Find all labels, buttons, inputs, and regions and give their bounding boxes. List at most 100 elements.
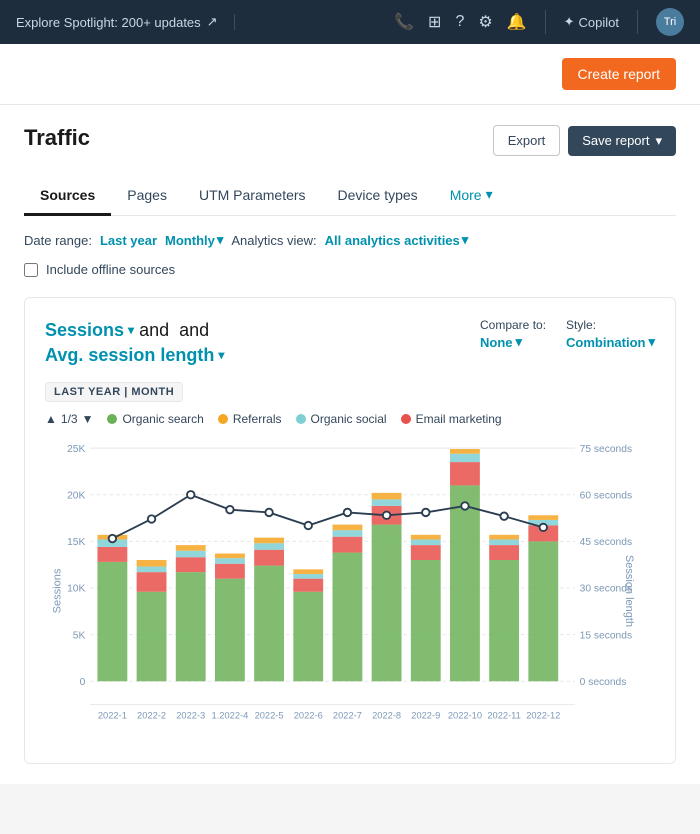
svg-text:10K: 10K [67,584,85,595]
copilot-star-icon: ✦ [564,14,575,30]
svg-text:1.2022-4: 1.2022-4 [212,711,249,721]
analytics-chevron-icon: ▾ [462,232,469,248]
svg-text:2022-10: 2022-10 [448,711,482,721]
email-marketing-dot [401,414,411,424]
checkbox-row: Include offline sources [24,262,676,277]
chart-title: Sessions ▾ and and and Avg. session leng… [45,318,224,368]
nav-icons: 📞 ⊞ ? ⚙ 🔔 ✦ Copilot Tri [251,8,684,36]
date-range-label: Date range: [24,233,92,248]
tab-utm-parameters[interactable]: UTM Parameters [183,177,322,216]
offline-sources-checkbox[interactable] [24,263,38,277]
phone-icon[interactable]: 📞 [394,12,414,32]
style-chevron-icon: ▾ [648,334,655,350]
nav-divider [545,10,546,34]
organic-search-dot [107,414,117,424]
tab-sources[interactable]: Sources [24,177,111,216]
metric2-title[interactable]: Avg. session length ▾ [45,343,224,368]
svg-text:2022-12: 2022-12 [526,711,560,721]
svg-text:2022-2: 2022-2 [137,711,166,721]
svg-text:75 seconds: 75 seconds [580,444,632,455]
legend-up-arrow-icon[interactable]: ▲ [45,412,57,426]
chart-legend: ▲ 1/3 ▼ Organic search Referrals Organic… [45,412,655,426]
organic-social-dot [296,414,306,424]
style-control: Style: Combination ▾ [566,318,655,350]
header-actions: Export Save report ▾ [493,125,676,156]
y-axis-left-label: Sessions [51,569,63,614]
chart-controls: Compare to: None ▾ Style: Combination ▾ [480,318,655,350]
tabs-row: Sources Pages UTM Parameters Device type… [24,176,676,216]
legend-referrals: Referrals [218,412,282,426]
create-report-bar: Create report [0,44,700,105]
compare-value-dropdown[interactable]: None ▾ [480,334,546,350]
settings-icon[interactable]: ⚙ [478,12,492,32]
frequency-dropdown[interactable]: Monthly ▾ [165,232,223,248]
frequency-chevron-icon: ▾ [217,232,224,248]
metric1-chevron-icon: ▾ [128,322,134,339]
save-report-chevron: ▾ [655,133,662,149]
legend-organic-search: Organic search [107,412,203,426]
svg-text:2022-8: 2022-8 [372,711,401,721]
analytics-view-dropdown[interactable]: All analytics activities ▾ [325,232,469,248]
more-chevron-icon: ▾ [486,186,493,203]
chart-svg: 25K 20K 15K 10K 5K 0 75 seconds 60 secon… [90,438,575,738]
create-report-button[interactable]: Create report [562,58,676,90]
spotlight-text: Explore Spotlight: 200+ updates [16,15,201,30]
and-text: and [139,320,169,340]
grid-icon[interactable]: ⊞ [428,12,441,32]
date-range-value[interactable]: Last year [100,233,157,248]
spotlight-banner[interactable]: Explore Spotlight: 200+ updates ↗ [16,14,235,30]
filter-separator: Analytics view: [231,233,316,248]
svg-text:0 seconds: 0 seconds [580,677,627,688]
top-navigation: Explore Spotlight: 200+ updates ↗ 📞 ⊞ ? … [0,0,700,44]
svg-text:2022-5: 2022-5 [255,711,284,721]
svg-text:2022-7: 2022-7 [333,711,362,721]
compare-control: Compare to: None ▾ [480,318,546,350]
style-value-dropdown[interactable]: Combination ▾ [566,334,655,350]
svg-text:60 seconds: 60 seconds [580,491,632,502]
referrals-label: Referrals [233,412,282,426]
svg-text:0: 0 [80,677,86,688]
save-report-button[interactable]: Save report ▾ [568,126,676,156]
chart-wrapper: Sessions Session length 25K 20K 15K [45,438,655,743]
offline-sources-label: Include offline sources [46,262,175,277]
svg-text:5K: 5K [73,631,86,642]
metric2-chevron-icon: ▾ [218,347,224,364]
organic-search-label: Organic search [122,412,203,426]
tab-pages[interactable]: Pages [111,177,183,216]
external-link-icon: ↗ [207,14,218,30]
legend-organic-social: Organic social [296,412,387,426]
filter-row: Date range: Last year Monthly ▾ Analytic… [24,232,676,248]
svg-text:2022-3: 2022-3 [176,711,205,721]
main-container: Create report Traffic Export Save report… [0,44,700,784]
user-initials: Tri [664,16,676,28]
save-report-label: Save report [582,133,649,148]
legend-down-arrow-icon[interactable]: ▼ [82,412,94,426]
svg-text:25K: 25K [67,444,85,455]
copilot-button[interactable]: ✦ Copilot [564,14,619,30]
legend-email-marketing: Email marketing [401,412,502,426]
chart-card: Sessions ▾ and and and Avg. session leng… [24,297,676,764]
export-button[interactable]: Export [493,125,561,156]
referrals-dot [218,414,228,424]
svg-text:45 seconds: 45 seconds [580,537,632,548]
svg-text:2022-9: 2022-9 [411,711,440,721]
tab-more[interactable]: More ▾ [434,176,509,216]
svg-text:20K: 20K [67,491,85,502]
bell-icon[interactable]: 🔔 [507,12,527,32]
svg-text:15 seconds: 15 seconds [580,631,632,642]
legend-navigation: ▲ 1/3 ▼ [45,412,93,426]
svg-text:2022-11: 2022-11 [487,711,521,721]
organic-social-label: Organic social [311,412,387,426]
period-badge: LAST YEAR | MONTH [45,382,183,402]
svg-text:15K: 15K [67,537,85,548]
metric1-title[interactable]: Sessions ▾ [45,318,134,343]
svg-text:2022-1: 2022-1 [98,711,127,721]
compare-chevron-icon: ▾ [516,334,523,350]
email-marketing-label: Email marketing [416,412,502,426]
svg-text:2022-6: 2022-6 [294,711,323,721]
user-avatar[interactable]: Tri [656,8,684,36]
page-header: Traffic Export Save report ▾ [24,125,676,156]
tab-device-types[interactable]: Device types [322,177,434,216]
chart-header: Sessions ▾ and and and Avg. session leng… [45,318,655,368]
help-icon[interactable]: ? [455,13,464,31]
